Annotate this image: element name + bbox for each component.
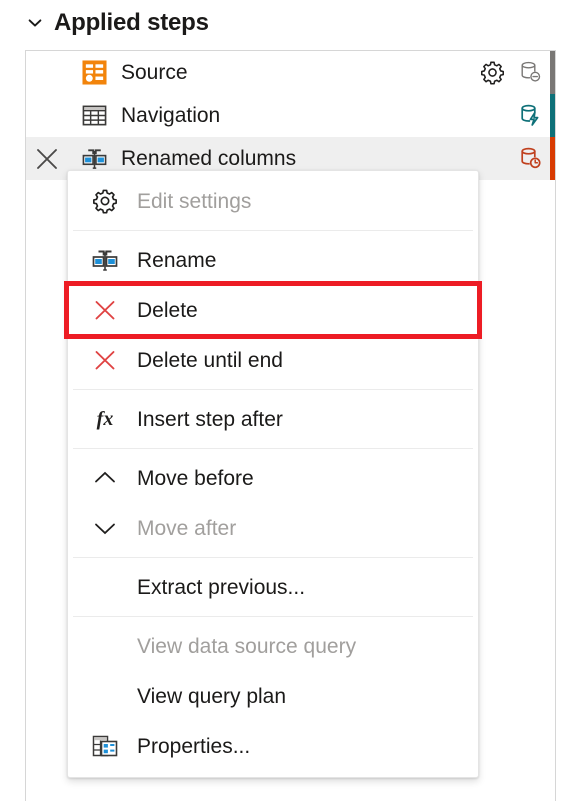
menu-separator [73, 230, 473, 231]
step-delete-placeholder [26, 51, 68, 94]
menu-item-delete-until-end[interactable]: Delete until end [68, 335, 478, 385]
menu-item-label: Insert step after [137, 407, 283, 431]
chevron-up-icon [80, 453, 130, 503]
folding-not-supported-icon[interactable] [512, 51, 550, 94]
menu-item-label: Move after [137, 516, 237, 540]
menu-item-label: View data source query [137, 634, 357, 658]
svg-text:fx: fx [97, 408, 114, 430]
gear-icon[interactable] [472, 51, 512, 94]
rename-icon [80, 235, 130, 285]
table-step-icon [78, 94, 110, 137]
applied-steps-header[interactable]: Applied steps [26, 4, 209, 42]
step-status-bar [550, 137, 555, 180]
applied-step-label: Navigation [121, 104, 221, 127]
step-delete-placeholder [26, 94, 68, 137]
folding-evaluation-pending-icon[interactable] [512, 137, 550, 180]
delete-x-icon [80, 335, 130, 385]
menu-item-label: Rename [137, 248, 217, 272]
menu-item-label: Delete until end [137, 348, 283, 372]
menu-item-view-data-source-query[interactable]: View data source query [68, 621, 478, 671]
menu-separator [73, 448, 473, 449]
delete-x-icon [80, 285, 130, 335]
menu-item-properties[interactable]: Properties... [68, 721, 478, 771]
menu-item-label: Extract previous... [137, 575, 306, 599]
applied-step-label: Renamed columns [121, 147, 297, 170]
menu-item-move-after[interactable]: Move after [68, 503, 478, 553]
menu-item-label: View query plan [137, 684, 287, 708]
close-icon[interactable] [26, 137, 68, 180]
menu-separator [73, 389, 473, 390]
gear-icon [80, 176, 130, 226]
gear-icon-placeholder [472, 94, 512, 137]
menu-item-label: Move before [137, 466, 254, 490]
properties-icon [80, 721, 130, 771]
menu-item-delete[interactable]: Delete [64, 281, 482, 339]
applied-step-indicators [472, 137, 555, 180]
page-title: Applied steps [54, 9, 209, 36]
menu-separator [73, 616, 473, 617]
fx-icon: fx [80, 394, 130, 444]
applied-step-row-source[interactable]: Source [26, 51, 555, 94]
menu-item-extract-previous[interactable]: Extract previous... [68, 562, 478, 612]
menu-item-label: Delete [137, 298, 198, 322]
menu-item-rename[interactable]: Rename [68, 235, 478, 285]
chevron-down-icon[interactable] [26, 14, 44, 32]
applied-step-label: Source [121, 61, 188, 84]
applied-step-indicators [472, 51, 555, 94]
step-status-bar [550, 94, 555, 137]
applied-step-indicators [472, 94, 555, 137]
menu-item-label: Properties... [137, 734, 251, 758]
menu-item-move-before[interactable]: Move before [68, 453, 478, 503]
menu-item-insert-step-after[interactable]: fx Insert step after [68, 394, 478, 444]
menu-item-edit-settings[interactable]: Edit settings [68, 176, 478, 226]
menu-separator [73, 557, 473, 558]
menu-item-label: Edit settings [137, 189, 252, 213]
step-status-bar [550, 51, 555, 94]
folding-supported-icon[interactable] [512, 94, 550, 137]
source-step-icon [78, 51, 110, 94]
applied-step-context-menu: Edit settings Rename Delete Delete until… [64, 170, 482, 778]
menu-item-view-query-plan[interactable]: View query plan [68, 671, 478, 721]
applied-step-row-navigation[interactable]: Navigation [26, 94, 555, 137]
chevron-down-icon [80, 503, 130, 553]
